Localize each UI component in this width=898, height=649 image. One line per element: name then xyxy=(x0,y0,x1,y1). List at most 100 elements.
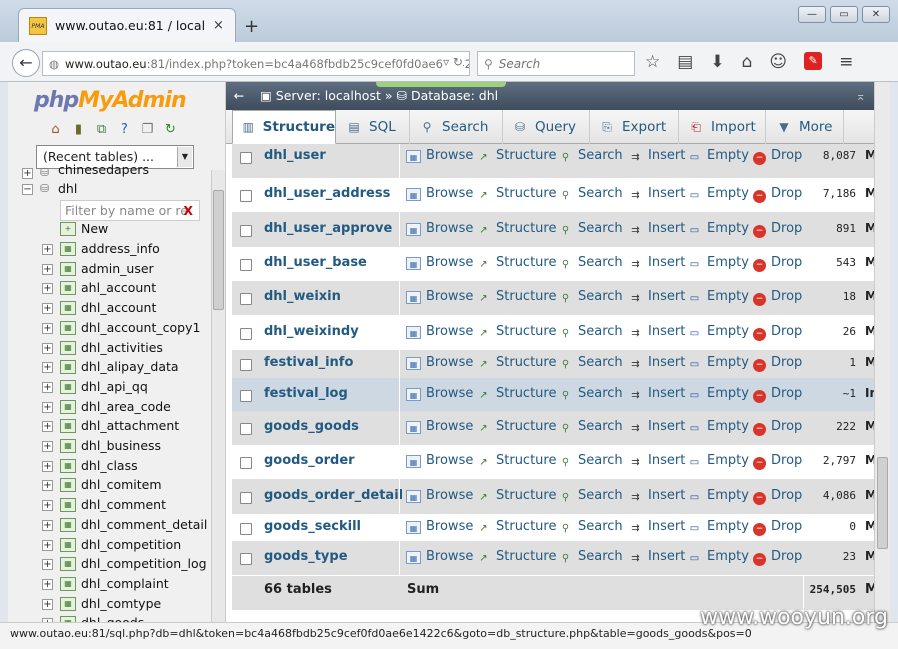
browse-action[interactable]: ▦ Browse xyxy=(406,519,473,534)
search-action[interactable]: ⚲ Search xyxy=(558,289,623,305)
insert-action[interactable]: ⇉ Insert xyxy=(628,549,685,565)
browse-action[interactable]: ▦ Browse xyxy=(406,386,473,401)
sidebar-table-item[interactable]: + ▦ dhl_complaint xyxy=(8,575,208,594)
tab-more[interactable]: ▼ More xyxy=(768,110,844,144)
sidebar-table-item[interactable]: + ▦ dhl_alipay_data xyxy=(8,358,208,377)
search-action[interactable]: ⚲ Search xyxy=(558,386,623,402)
tree-item-dhl[interactable]: − ⛁ dhl xyxy=(8,180,208,199)
sidebar-table-item[interactable]: +▦dhl_goods xyxy=(8,614,208,622)
expand-icon[interactable]: + xyxy=(42,381,53,393)
row-checkbox[interactable] xyxy=(240,359,252,371)
sidebar-table-item[interactable]: + ▦ dhl_api_qq xyxy=(8,378,208,397)
expand-icon[interactable]: + xyxy=(42,342,53,354)
tab-export[interactable]: ⎘ Export xyxy=(591,110,679,144)
expand-icon[interactable]: + xyxy=(42,303,53,315)
tab-close-icon[interactable]: × xyxy=(213,18,224,33)
clear-filter-icon[interactable]: X xyxy=(183,201,193,220)
tab-sql[interactable]: ▤ SQL xyxy=(338,110,410,144)
search-action[interactable]: ⚲ Search xyxy=(558,355,623,371)
insert-action[interactable]: ⇉ Insert xyxy=(628,419,685,435)
row-checkbox[interactable] xyxy=(240,259,252,271)
empty-action[interactable]: ▭ Empty xyxy=(687,148,749,164)
home-icon[interactable]: ⌂ xyxy=(48,122,63,137)
empty-action[interactable]: ▭ Empty xyxy=(687,549,749,565)
search-action[interactable]: ⚲ Search xyxy=(558,488,623,504)
table-name-link[interactable]: dhl_user_address xyxy=(264,186,390,201)
address-bar[interactable]: ◍ www.outao.eu :81/index.php?token=bc4a4… xyxy=(42,51,470,76)
structure-action[interactable]: ↗ Structure xyxy=(476,488,556,504)
empty-action[interactable]: ▭ Empty xyxy=(687,255,749,271)
search-box[interactable]: ⚲ xyxy=(477,51,635,76)
sidebar-table-item[interactable]: + ▦ dhl_competition xyxy=(8,536,208,555)
sidebar-scrollbar[interactable] xyxy=(211,170,225,622)
maximize-icon[interactable]: ▭ xyxy=(830,6,858,23)
reading-list-icon[interactable]: ▤ xyxy=(677,52,693,72)
home-icon[interactable]: ⌂ xyxy=(742,52,753,72)
sidebar-table-item[interactable]: + ▦ admin_user xyxy=(8,260,208,279)
row-checkbox[interactable] xyxy=(240,492,252,504)
back-arrow-icon[interactable]: ← xyxy=(12,49,40,77)
sidebar-table-item[interactable]: + ▦ dhl_comitem xyxy=(8,476,208,495)
table-name-link[interactable]: festival_log xyxy=(264,386,348,401)
sidebar-table-item[interactable]: + ▦ dhl_comment xyxy=(8,496,208,515)
query-window-icon[interactable]: ⧉ xyxy=(94,122,109,137)
search-action[interactable]: ⚲ Search xyxy=(558,221,623,237)
empty-action[interactable]: ▭ Empty xyxy=(687,453,749,469)
expand-icon[interactable]: + xyxy=(42,441,53,452)
sidebar-table-item[interactable]: + ▦ ahl_account xyxy=(8,279,208,298)
sidebar-table-item[interactable]: + ▦ dhl_attachment xyxy=(8,417,208,436)
search-action[interactable]: ⚲ Search xyxy=(558,549,623,565)
expand-icon[interactable]: + xyxy=(42,244,53,255)
structure-action[interactable]: ↗ Structure xyxy=(476,519,556,535)
expand-icon[interactable]: + xyxy=(42,539,53,551)
expand-icon[interactable]: + xyxy=(42,362,53,374)
insert-action[interactable]: ⇉ Insert xyxy=(628,186,685,202)
empty-action[interactable]: ▭ Empty xyxy=(687,289,749,305)
expand-icon[interactable]: + xyxy=(42,480,53,492)
main-scrollbar[interactable] xyxy=(874,82,890,622)
empty-action[interactable]: ▭ Empty xyxy=(687,186,749,202)
breadcrumb-database[interactable]: Database: dhl xyxy=(411,88,498,103)
tab-import[interactable]: ⎗ Import xyxy=(680,110,766,144)
table-name-link[interactable]: goods_seckill xyxy=(264,519,361,534)
browser-tab[interactable]: PMA www.outao.eu:81 / localho... × xyxy=(18,8,236,42)
empty-action[interactable]: ▭ Empty xyxy=(687,419,749,435)
search-input[interactable] xyxy=(498,56,619,71)
collapse-icon[interactable]: ⌅ xyxy=(856,82,866,110)
scroll-thumb[interactable] xyxy=(213,190,224,310)
close-window-icon[interactable]: ✕ xyxy=(862,6,890,23)
insert-action[interactable]: ⇉ Insert xyxy=(628,289,685,305)
insert-action[interactable]: ⇉ Insert xyxy=(628,453,685,469)
search-action[interactable]: ⚲ Search xyxy=(558,519,623,535)
sidebar-table-item[interactable]: + ▦ dhl_comment_detail xyxy=(8,516,208,535)
browse-action[interactable]: ▦ Browse xyxy=(406,289,473,304)
row-checkbox[interactable] xyxy=(240,423,252,435)
tree-item-new[interactable]: + New xyxy=(8,220,208,239)
expand-icon[interactable]: + xyxy=(22,168,33,179)
row-checkbox[interactable] xyxy=(240,553,252,565)
expand-icon[interactable]: + xyxy=(42,263,53,275)
breadcrumb-server[interactable]: Server: localhost xyxy=(276,88,381,103)
expand-icon[interactable]: + xyxy=(42,460,53,472)
table-filter-input[interactable]: Filter by name or re X xyxy=(60,200,200,221)
expand-icon[interactable]: + xyxy=(42,519,53,531)
sidebar-table-item[interactable]: + ▦ dhl_activities xyxy=(8,339,208,358)
structure-action[interactable]: ↗ Structure xyxy=(476,186,556,202)
phpmyadmin-logo[interactable]: phpMyAdmin xyxy=(34,88,187,113)
expand-icon[interactable]: + xyxy=(42,322,53,334)
sidebar-table-item[interactable]: + ▦ dhl_account xyxy=(8,299,208,318)
row-checkbox[interactable] xyxy=(240,225,252,237)
insert-action[interactable]: ⇉ Insert xyxy=(628,148,685,164)
insert-action[interactable]: ⇉ Insert xyxy=(628,324,685,340)
structure-action[interactable]: ↗ Structure xyxy=(476,221,556,237)
smiley-icon[interactable]: ☺ xyxy=(769,52,787,72)
addon-icon[interactable]: ✎ xyxy=(804,52,823,70)
browse-action[interactable]: ▦ Browse xyxy=(406,255,473,270)
row-checkbox[interactable] xyxy=(240,293,252,305)
empty-action[interactable]: ▭ Empty xyxy=(687,221,749,237)
docs-icon[interactable]: ? xyxy=(117,122,132,137)
expand-icon[interactable]: + xyxy=(42,500,53,512)
table-name-link[interactable]: dhl_user xyxy=(264,148,326,163)
row-checkbox[interactable] xyxy=(240,390,252,402)
structure-action[interactable]: ↗ Structure xyxy=(476,148,556,164)
